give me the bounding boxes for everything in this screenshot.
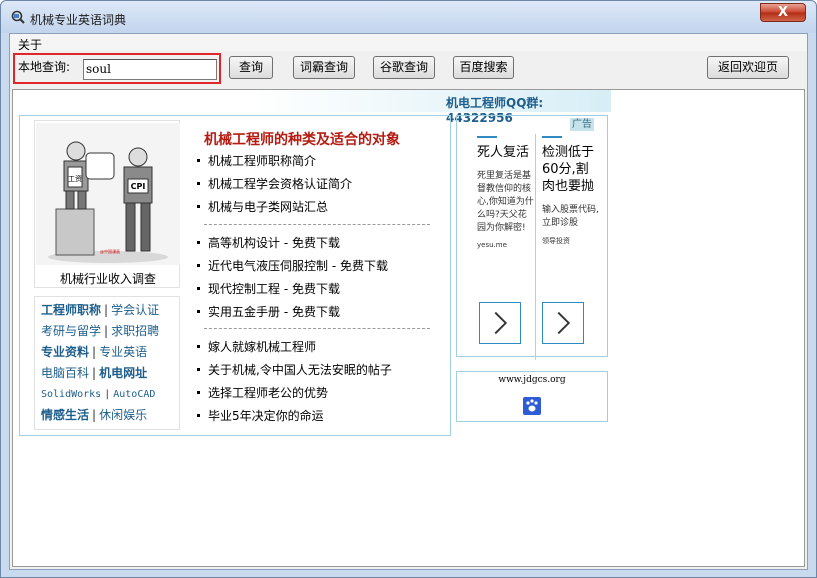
article-link[interactable]: 近代电气液压伺服控制 - 免费下载	[196, 255, 436, 278]
web-content: 机电工程师QQ群: 44322956 @中国漫画 工资 CPI 机械行业收入调查…	[12, 89, 805, 567]
category-links: 工程师职称 | 学会认证 考研与留学 | 求职招聘 专业资料 | 专业英语 电脑百科 | 机电网…	[34, 296, 180, 430]
ad-body: 输入股票代码,立即诊股	[542, 205, 599, 228]
toolbar: 本地查询: soul 查询 词霸查询 谷歌查询 百度搜索 返回欢迎页	[10, 51, 807, 87]
divider	[204, 224, 430, 225]
baidu-search-button[interactable]: 百度搜索	[453, 56, 514, 79]
ad-panel: 广告 死人复活 死里复活是基督教信仰的核心,你知道为什么吗?天父花园为你解密! …	[456, 115, 608, 360]
link-me-sites[interactable]: 机电网址	[99, 366, 147, 380]
article-list-downloads: 高等机构设计 - 免费下载 近代电气液压伺服控制 - 免费下载 现代控制工程 -…	[196, 232, 436, 324]
article-link[interactable]: 嫁人就嫁机械工程师	[196, 336, 436, 359]
article-link[interactable]: 选择工程师老公的优势	[196, 382, 436, 405]
search-input[interactable]: soul	[83, 59, 217, 80]
chevron-right-icon[interactable]	[542, 302, 584, 344]
link-pro-english[interactable]: 专业英语	[99, 345, 147, 359]
article-list-life: 嫁人就嫁机械工程师 关于机械,令中国人无法安眠的帖子 选择工程师老公的优势 毕业…	[196, 336, 436, 428]
article-link[interactable]: 机械工程师职称简介	[196, 150, 436, 173]
cartoon-label-cpi: CPI	[131, 182, 146, 191]
link-row: 考研与留学 | 求职招聘	[41, 324, 160, 338]
link-row: 专业资料 | 专业英语	[41, 345, 148, 359]
article-list-career: 机械工程师职称简介 机械工程学会资格认证简介 机械与电子类网站汇总	[196, 150, 436, 219]
ad-source: yesu.me	[477, 241, 507, 249]
link-study-abroad[interactable]: 考研与留学	[41, 324, 101, 338]
link-engineer-title[interactable]: 工程师职称	[41, 303, 101, 317]
survey-caption[interactable]: 机械行业收入调查	[35, 270, 181, 287]
article-link[interactable]: 实用五金手册 - 免费下载	[196, 301, 436, 324]
survey-feature[interactable]: @中国漫画 工资 CPI 机械行业收入调查	[34, 120, 180, 288]
ad-item-2[interactable]: 检测低于60分,割肉也要抛 输入股票代码,立即诊股 领导投资	[542, 136, 600, 246]
link-jobs[interactable]: 求职招聘	[111, 324, 159, 338]
site-url[interactable]: www.jdgcs.org	[457, 375, 607, 385]
menu-bar: 关于	[10, 34, 807, 52]
cartoon-label-wage: 工资	[68, 174, 82, 183]
link-pc-wiki[interactable]: 电脑百科	[41, 366, 89, 380]
article-link[interactable]: 关于机械,令中国人无法安眠的帖子	[196, 359, 436, 382]
link-row: 电脑百科 | 机电网址	[41, 366, 148, 380]
article-link[interactable]: 机械工程学会资格认证简介	[196, 173, 436, 196]
article-link[interactable]: 现代控制工程 - 免费下载	[196, 278, 436, 301]
article-link[interactable]: 高等机构设计 - 免费下载	[196, 232, 436, 255]
article-link[interactable]: 毕业5年决定你的命运	[196, 405, 436, 428]
salary-cpi-cartoon: @中国漫画 工资 CPI	[36, 123, 180, 265]
app-window: 机械专业英语词典 X 关于 本地查询: soul 查询 词霸查询 谷歌查询 百度…	[0, 0, 817, 578]
return-home-button[interactable]: 返回欢迎页	[707, 56, 789, 79]
query-button[interactable]: 查询	[229, 56, 273, 79]
ad-item-1[interactable]: 死人复活 死里复活是基督教信仰的核心,你知道为什么吗?天父花园为你解密! yes…	[477, 136, 535, 249]
link-row: 工程师职称 | 学会认证	[41, 303, 160, 317]
google-query-button[interactable]: 谷歌查询	[373, 56, 435, 79]
link-row: SolidWorks | AutoCAD	[41, 389, 156, 400]
ad-divider	[535, 134, 536, 360]
svg-text:@中国漫画: @中国漫画	[100, 248, 120, 254]
ad-badge: 广告	[570, 118, 594, 131]
ad-headline[interactable]: 检测低于60分,割肉也要抛	[542, 144, 600, 195]
section-title[interactable]: 机械工程师的种类及适合的对象	[204, 129, 400, 149]
divider	[204, 328, 430, 329]
link-autocad[interactable]: AutoCAD	[113, 389, 155, 400]
baidu-paw-icon[interactable]	[523, 397, 541, 415]
dictionary-app-icon	[11, 10, 25, 24]
title-bar: 机械专业英语词典 X	[1, 1, 816, 33]
link-society-cert[interactable]: 学会认证	[111, 303, 159, 317]
ad-body: 死里复活是基督教信仰的核心,你知道为什么吗?天父花园为你解密!	[477, 171, 534, 233]
chevron-right-icon[interactable]	[479, 302, 521, 344]
window-title: 机械专业英语词典	[30, 13, 127, 27]
ciba-query-button[interactable]: 词霸查询	[293, 56, 355, 79]
top-banner: 机电工程师QQ群: 44322956	[13, 90, 611, 125]
link-pro-materials[interactable]: 专业资料	[41, 345, 89, 359]
link-row: 情感生活 | 休闲娱乐	[41, 408, 148, 422]
ad-headline[interactable]: 死人复活	[477, 144, 535, 161]
search-label: 本地查询:	[18, 60, 71, 74]
link-solidworks[interactable]: SolidWorks	[41, 389, 101, 400]
close-button[interactable]: X	[760, 3, 806, 22]
link-leisure[interactable]: 休闲娱乐	[99, 408, 147, 422]
ad-source: 领导投资	[542, 237, 570, 245]
site-box: www.jdgcs.org	[456, 371, 608, 422]
article-link[interactable]: 机械与电子类网站汇总	[196, 196, 436, 219]
main-panel: @中国漫画 工资 CPI 机械行业收入调查 工程师职称 | 学会认证 考研与留学 | 求…	[19, 115, 451, 436]
link-emotional-life[interactable]: 情感生活	[41, 408, 89, 422]
client-area: 关于 本地查询: soul 查询 词霸查询 谷歌查询 百度搜索 返回欢迎页 机电…	[9, 33, 808, 570]
